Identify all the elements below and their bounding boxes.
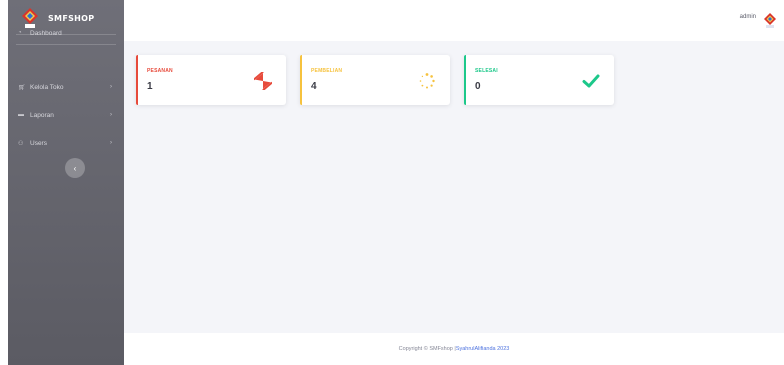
dashboard-icon: ◔ (18, 30, 22, 36)
footer: Copyright © SMFshop | SyahrulAlifianda 2… (124, 333, 784, 365)
card-accent-bar (136, 55, 138, 105)
chevron-right-icon: › (110, 84, 112, 90)
sidebar-item-label: Laporan (30, 111, 54, 119)
footer-author-link[interactable]: SyahrulAlifianda 2023 (456, 346, 510, 352)
copyright-text: Copyright © SMFshop | (398, 346, 456, 352)
spinner-icon (418, 72, 436, 90)
hourglass-icon (253, 71, 273, 91)
main-content: PESANAN 1 PEMBELIAN 4 SELESAI 0 (124, 41, 784, 333)
card-label: PEMBELIAN (311, 68, 343, 74)
check-icon (582, 72, 600, 90)
card-value: 1 (147, 81, 153, 92)
sidebar-toggle-button[interactable]: ‹ (65, 158, 85, 178)
sidebar-item-kelola-toko[interactable]: 🛒︎ Kelola Toko › (18, 80, 122, 94)
topbar: admin (124, 0, 784, 41)
card-selesai[interactable]: SELESAI 0 (464, 55, 614, 105)
sidebar: SMFSHOP ◔ Dashboard 🛒︎ Kelola Toko › ▬ L… (8, 0, 124, 365)
sidebar-item-dashboard[interactable]: ◔ Dashboard (18, 26, 122, 40)
sidebar-item-label: Users (30, 139, 47, 147)
card-pesanan[interactable]: PESANAN 1 (136, 55, 286, 105)
avatar[interactable] (762, 12, 778, 29)
sidebar-item-laporan[interactable]: ▬ Laporan › (18, 108, 122, 122)
folder-icon: ▬ (18, 112, 24, 118)
card-accent-bar (300, 55, 302, 105)
users-icon: ⚇ (18, 140, 24, 147)
cart-icon: 🛒︎ (18, 84, 26, 91)
sidebar-item-label: Dashboard (30, 29, 62, 37)
card-accent-bar (464, 55, 466, 105)
card-pembelian[interactable]: PEMBELIAN 4 (300, 55, 450, 105)
sidebar-item-label: Kelola Toko (30, 83, 64, 91)
card-value: 4 (311, 81, 317, 92)
card-label: PESANAN (147, 68, 173, 74)
brand-name: SMFSHOP (48, 13, 95, 23)
card-label: SELESAI (475, 68, 498, 74)
chevron-right-icon: › (110, 140, 112, 146)
chevron-left-icon: ‹ (73, 163, 77, 173)
user-name[interactable]: admin (740, 14, 756, 20)
chevron-right-icon: › (110, 112, 112, 118)
sidebar-divider (16, 44, 116, 45)
sidebar-item-users[interactable]: ⚇ Users › (18, 136, 122, 150)
card-value: 0 (475, 81, 481, 92)
